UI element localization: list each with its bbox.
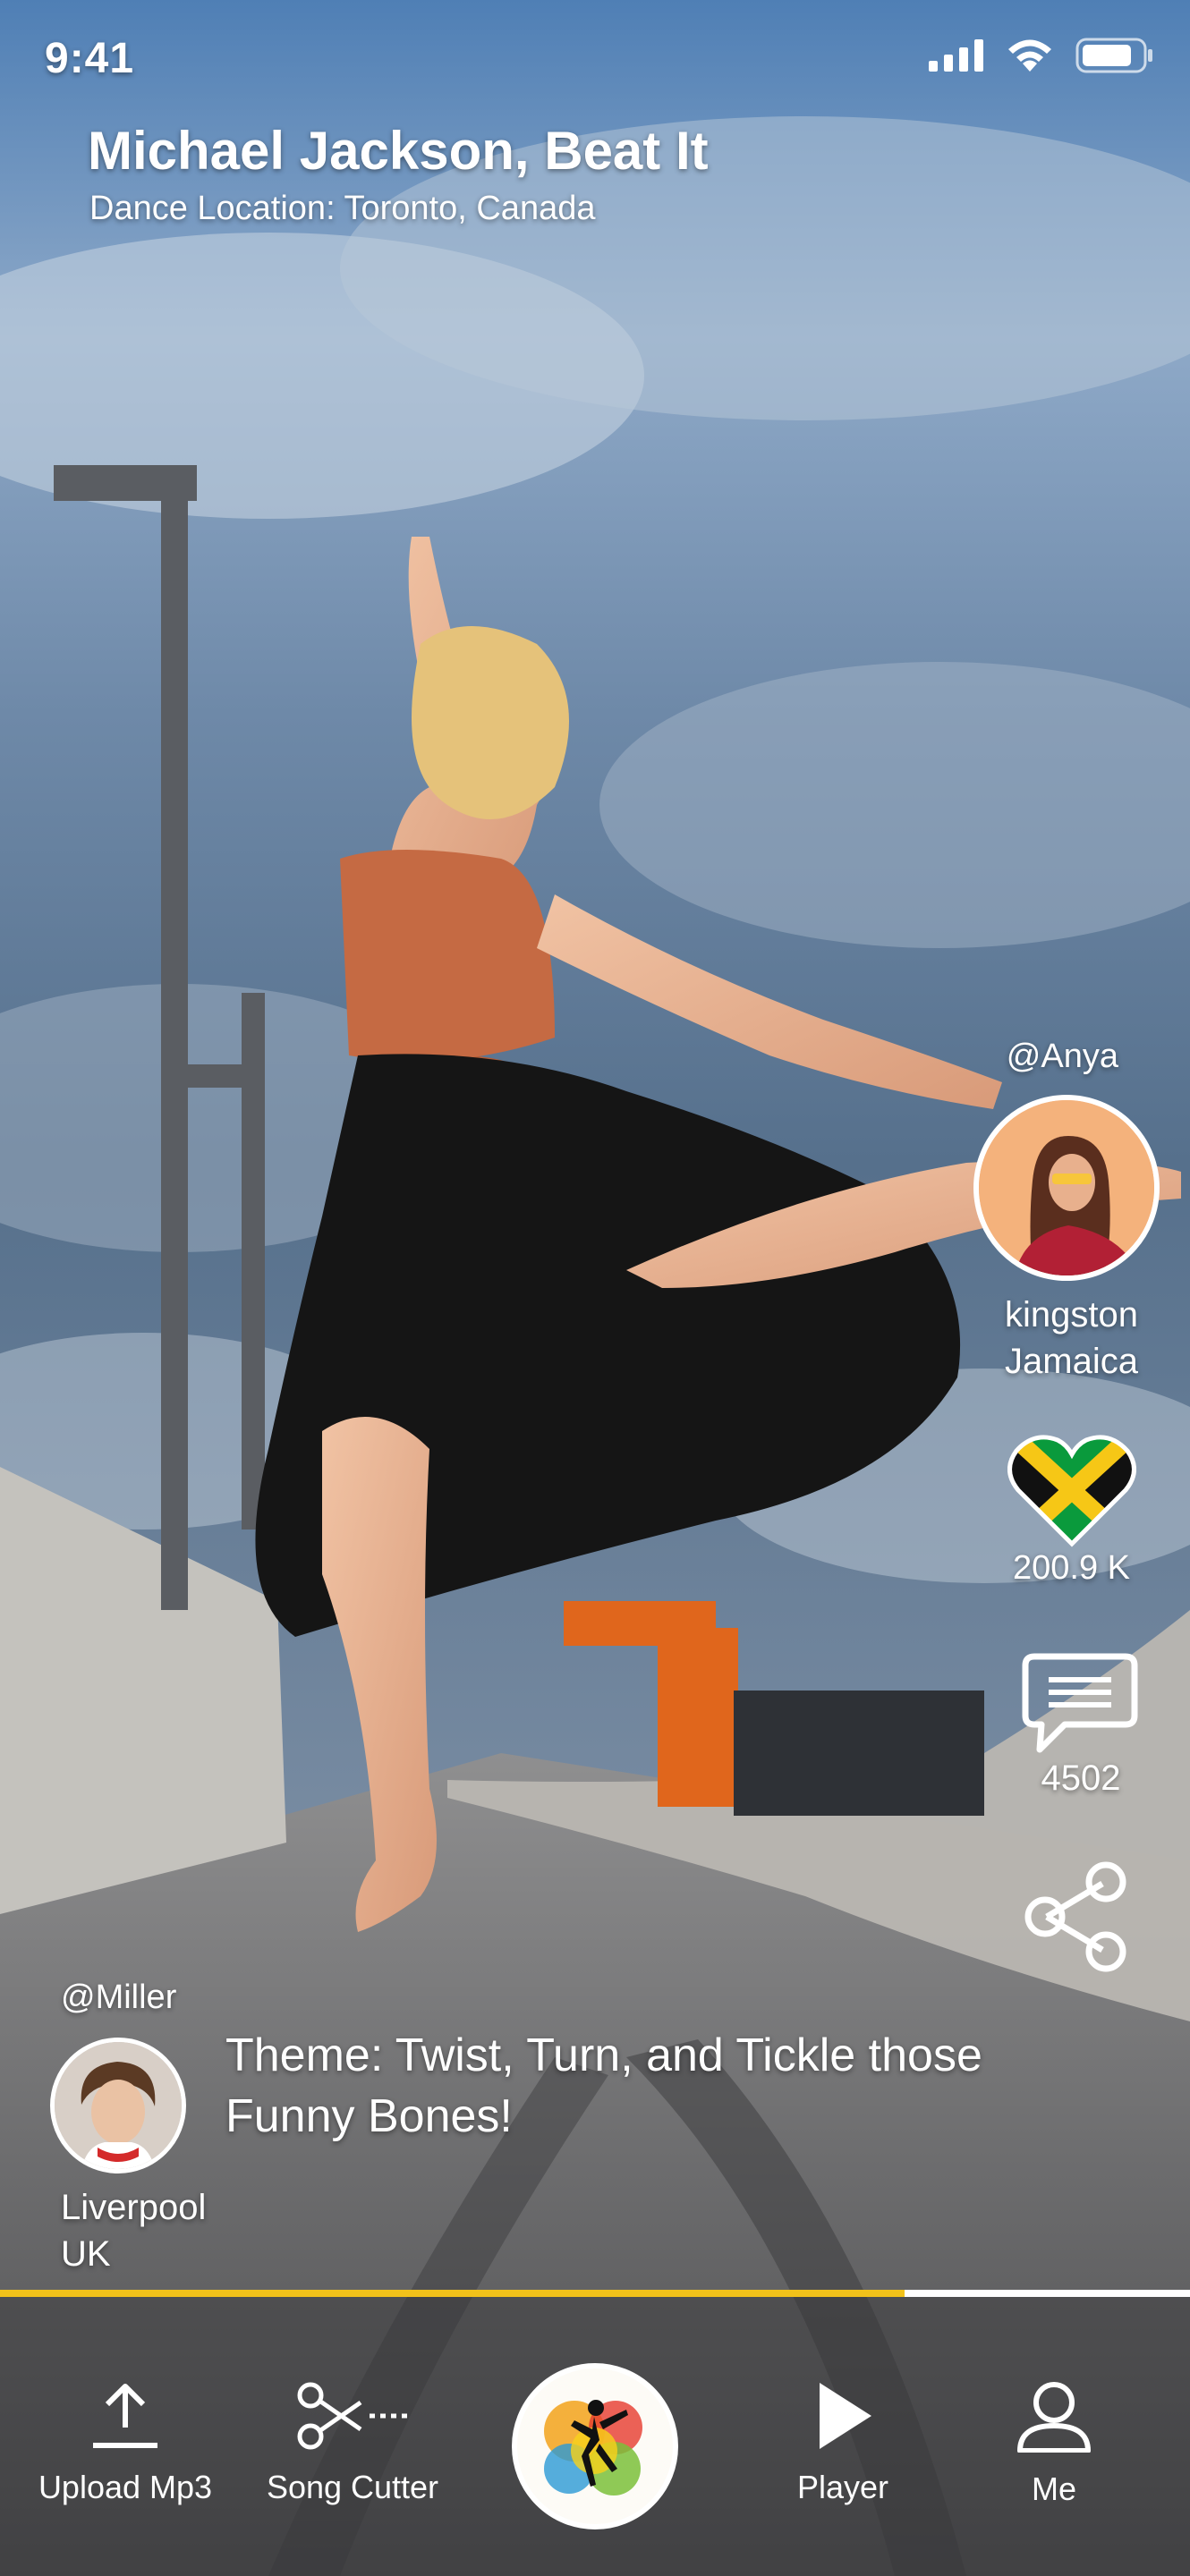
wifi-icon xyxy=(1008,39,1051,72)
video-feed-screen: 9:41 Michael Jackson, Beat It Dance Loca… xyxy=(0,0,1190,2576)
create-dance-button[interactable] xyxy=(512,2363,678,2529)
like-count: 200.9 K xyxy=(1013,1549,1130,1587)
song-title: Michael Jackson, Beat It xyxy=(88,121,709,181)
tab-label: Upload Mp3 xyxy=(38,2469,213,2505)
dancer-country: UK xyxy=(61,2234,111,2274)
dancer-handle[interactable]: @Miller xyxy=(61,1979,176,2017)
tab-song-cutter[interactable]: Song Cutter xyxy=(245,2381,460,2506)
upload-icon xyxy=(93,2384,157,2448)
tab-me[interactable]: Me xyxy=(947,2381,1161,2508)
video-progress-bar[interactable] xyxy=(0,2290,1190,2297)
tab-label: Player xyxy=(796,2469,889,2505)
scissors-icon xyxy=(297,2382,409,2450)
dancer-city: Liverpool xyxy=(61,2188,207,2227)
creator-avatar[interactable] xyxy=(973,1095,1160,1281)
creator-handle[interactable]: @Anya xyxy=(1007,1038,1118,1076)
video-progress-fill xyxy=(0,2290,905,2297)
theme-caption: Theme: Twist, Turn, and Tickle those Fun… xyxy=(225,2029,982,2142)
creator-city: kingston xyxy=(1005,1295,1138,1335)
play-icon xyxy=(820,2383,871,2449)
bottom-tab-bar: Upload Mp3 Song Cutter Player Me xyxy=(0,2297,1190,2576)
share-icon[interactable] xyxy=(1020,1860,1133,1973)
dance-location: Dance Location: Toronto, Canada xyxy=(89,190,596,227)
dancer-logo-icon xyxy=(544,2400,642,2496)
avatar-image xyxy=(979,1100,1154,1275)
battery-icon xyxy=(1075,38,1152,73)
dancer-location: Liverpool UK xyxy=(61,2184,206,2277)
tab-upload-mp3[interactable]: Upload Mp3 xyxy=(18,2381,233,2506)
cellular-signal-icon xyxy=(929,39,983,72)
comment-count: 4502 xyxy=(1041,1758,1121,1798)
tab-player[interactable]: Player xyxy=(735,2381,950,2506)
tab-label: Me xyxy=(1031,2470,1076,2507)
user-icon xyxy=(1017,2382,1091,2453)
creator-country: Jamaica xyxy=(1005,1342,1138,1381)
avatar-image xyxy=(55,2042,182,2169)
dancer-avatar[interactable] xyxy=(50,2038,186,2174)
creator-location: kingston Jamaica xyxy=(971,1292,1172,1385)
status-time: 9:41 xyxy=(45,35,135,82)
jamaica-flag-heart-icon[interactable] xyxy=(1007,1431,1136,1549)
tab-label: Song Cutter xyxy=(266,2469,439,2505)
status-icons xyxy=(929,38,1154,73)
comment-icon[interactable] xyxy=(1020,1651,1140,1757)
